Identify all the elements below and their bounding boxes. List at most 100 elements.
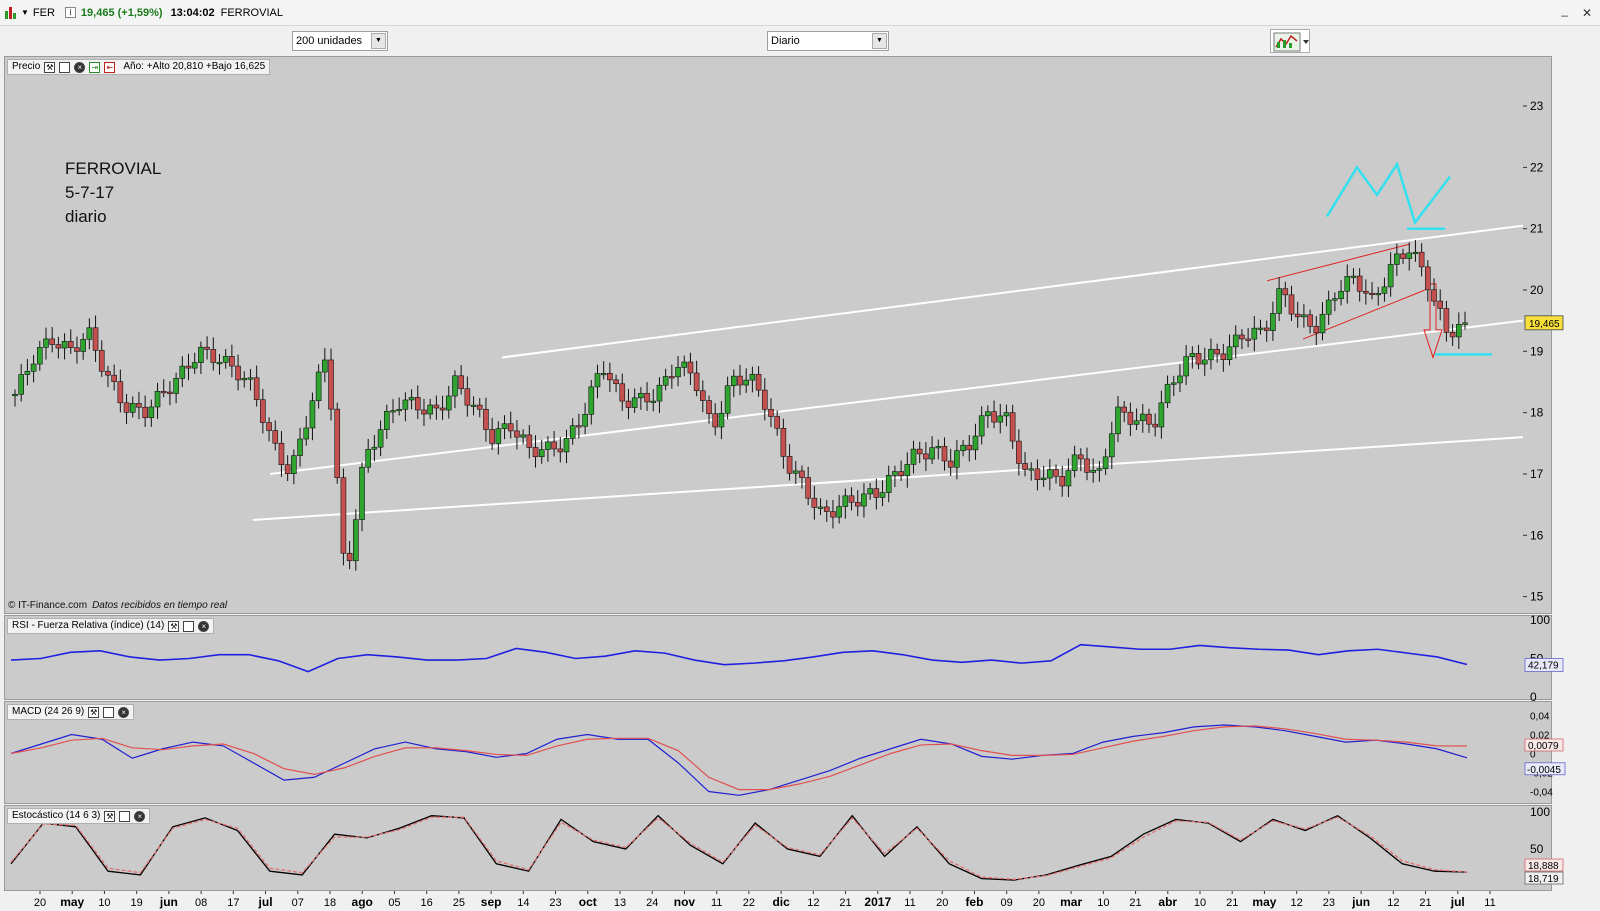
candle-body	[706, 400, 712, 415]
candle-body	[222, 356, 229, 363]
candle-body	[1028, 468, 1035, 471]
candle-body	[774, 416, 780, 429]
candle-body	[768, 408, 774, 417]
candle-body	[532, 447, 539, 458]
export-icon[interactable]: ⇥	[89, 61, 101, 73]
trend-channel-line	[269, 319, 1524, 475]
candle-body	[80, 338, 86, 352]
candle-body	[36, 347, 43, 365]
close-icon[interactable]: ×	[118, 706, 130, 718]
y-tick-label: 20	[1530, 283, 1544, 297]
candle-body	[1369, 292, 1375, 296]
close-icon[interactable]: ×	[134, 810, 146, 822]
candle-body	[1462, 322, 1468, 325]
y-tick-label: 22	[1530, 160, 1544, 174]
candle-body	[1071, 454, 1078, 471]
import-icon[interactable]: ⇤	[104, 61, 116, 73]
candle-body	[904, 464, 911, 477]
x-tick-label: 10	[1097, 897, 1109, 909]
year-range: Año: +Alto 20,810 +Bajo 16,625	[123, 61, 266, 72]
x-tick-label: 23	[549, 897, 561, 909]
candle-body	[297, 438, 303, 456]
x-tick-label: 11	[1484, 897, 1495, 909]
x-tick-label: may	[60, 895, 84, 909]
candle-body	[675, 367, 681, 378]
candle-body	[687, 361, 694, 374]
candle-body	[216, 362, 223, 365]
candle-body	[154, 391, 161, 408]
candle-body	[1375, 293, 1382, 296]
x-tick-label: 24	[646, 897, 658, 909]
candle-body	[1406, 252, 1413, 259]
chart-tools-button[interactable]	[1270, 29, 1310, 53]
candle-body	[1456, 324, 1462, 338]
window-icon[interactable]	[119, 810, 131, 822]
chart-tools-icon	[1273, 32, 1309, 52]
wrench-icon[interactable]: ⚒	[88, 706, 100, 718]
period-select[interactable]: Diario ▼	[767, 31, 889, 51]
candle-body	[582, 414, 588, 427]
stoch-pane: 100 50 18,888 18,719 Estocástico (14 6 3) ⚒…	[4, 805, 1564, 891]
candle-body	[842, 495, 849, 507]
candle-body	[755, 373, 762, 391]
chevron-down-icon[interactable]: ▼	[21, 8, 29, 17]
candle-body	[18, 374, 24, 395]
candle-body	[1301, 314, 1307, 318]
wrench-icon[interactable]: ⚒	[168, 620, 180, 632]
chevron-down-icon[interactable]: ▼	[872, 33, 887, 49]
wrench-icon[interactable]: ⚒	[44, 61, 56, 73]
candle-body	[1319, 313, 1326, 334]
x-tick-label: 2017	[864, 895, 891, 909]
close-icon[interactable]: ×	[198, 620, 210, 632]
candle-body	[1344, 276, 1351, 292]
chevron-down-icon[interactable]: ▼	[371, 33, 386, 49]
wrench-icon[interactable]: ⚒	[104, 810, 116, 822]
candle-body	[700, 390, 706, 401]
candle-body	[55, 344, 62, 349]
candle-body	[439, 407, 446, 411]
units-select[interactable]: 200 unidades ▼	[292, 31, 388, 51]
candle-body	[631, 397, 638, 408]
candle-body	[792, 470, 799, 474]
rsi-pane-label: RSI - Fuerza Relativa (índice) (14)	[12, 620, 165, 631]
candle-body	[681, 361, 688, 368]
candle-body	[167, 391, 173, 394]
x-tick-label: 13	[614, 897, 626, 909]
candle-body	[1350, 275, 1357, 278]
candle-body	[272, 430, 279, 444]
candle-body	[86, 327, 93, 340]
window-icon[interactable]	[59, 61, 71, 73]
window-icon[interactable]	[103, 706, 115, 718]
candle-body	[229, 356, 235, 367]
candle-body	[1418, 251, 1425, 268]
candle-body	[712, 413, 719, 428]
window-icon[interactable]	[183, 620, 195, 632]
close-icon[interactable]: ✕	[1582, 6, 1592, 20]
info-icon[interactable]: i	[64, 7, 76, 18]
x-tick-label: 09	[1001, 897, 1013, 909]
chart-app-icon[interactable]	[5, 6, 17, 19]
x-tick-label: abr	[1158, 895, 1177, 909]
period-select-value: Diario	[771, 35, 800, 47]
note-line-title: FERROVIAL	[65, 159, 162, 178]
candle-body	[743, 379, 749, 386]
close-icon[interactable]: ×	[74, 61, 86, 73]
candle-body	[390, 410, 396, 413]
x-tick-label: 16	[421, 897, 433, 909]
rsi-pane: 05010042,179 RSI - Fuerza Relativa (índi…	[4, 613, 1564, 704]
candle-body	[1214, 348, 1220, 355]
candle-body	[136, 403, 142, 408]
candle-body	[885, 475, 892, 493]
units-select-value: 200 unidades	[296, 35, 363, 47]
candle-body	[1449, 332, 1456, 338]
candle-body	[253, 377, 260, 400]
minimize-icon[interactable]: _	[1561, 3, 1568, 17]
candle-body	[538, 449, 545, 458]
candle-body	[898, 471, 904, 477]
candle-body	[396, 409, 402, 412]
candle-body	[1251, 327, 1258, 340]
candle-body	[594, 373, 601, 388]
x-tick-label: 22	[743, 897, 755, 909]
candle-body	[1115, 406, 1121, 435]
note-line-date: 5-7-17	[65, 183, 115, 202]
